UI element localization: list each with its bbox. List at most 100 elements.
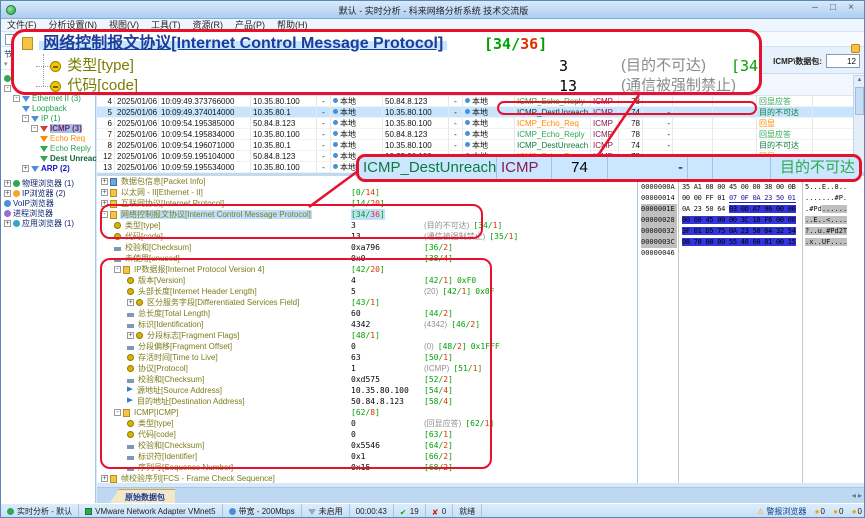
restore-button[interactable]: □ [824, 2, 842, 13]
expander-icon[interactable]: + [22, 165, 29, 173]
sidebar-tree-item[interactable]: - Ethernet II (3) [1, 94, 95, 104]
sidebar-tree-item[interactable]: - ICMP (3) [1, 124, 95, 134]
tab-scroll-arrows[interactable]: ◂ ▸ [852, 491, 862, 500]
packet-row[interactable]: 5 2025/01/06 10:09:49.374014000 10.35.80… [97, 107, 853, 118]
popup-field-label[interactable]: 类型[type] [67, 57, 134, 74]
scrollbar-thumb[interactable] [855, 87, 864, 115]
decode-tree-row[interactable]: 头部长度[Internet Header Length] 5 [/] (20)[… [97, 286, 637, 297]
close-button[interactable]: × [842, 2, 860, 13]
expander-icon[interactable]: + [101, 475, 108, 483]
expander-icon[interactable]: - [31, 125, 38, 133]
sidebar-item-label: IP (1) [41, 114, 61, 123]
view-tab-strip: 原始数据包 ◂ ▸ [97, 487, 864, 504]
decode-tree-row[interactable]: 总长度[Total Length] 60 [/] [44/2] [97, 308, 637, 319]
decode-tree-row[interactable]: + 区分服务字段[Differentiated Services Field] [… [97, 297, 637, 308]
decode-tree-row[interactable]: - IP数据报[Internet Protocol Version 4] [42/… [97, 264, 637, 275]
field-icon [127, 431, 134, 439]
tab-raw-packets[interactable]: 原始数据包 [109, 489, 175, 504]
field-label: 校验和[Checksum] [138, 375, 205, 384]
expander-icon[interactable]: - [22, 115, 29, 123]
sidebar-tree-item[interactable]: Echo Req [1, 134, 95, 144]
hex-offset: 0000001E [641, 204, 677, 215]
decode-tree-row[interactable]: 校验和[Checksum] 0x5546 [/] [64/2] [97, 440, 637, 451]
field-note: (0) [424, 342, 434, 351]
decode-tree-row[interactable]: 分段偏移[Fragment Offset] 0 [/] (0)[48/2]0x1… [97, 341, 637, 352]
expander-icon[interactable]: + [127, 332, 134, 340]
decode-tree-row[interactable]: 未使用[unused] 0x0 [/] [38/4] [97, 253, 637, 264]
decode-tree-row[interactable]: +分段标志[Fragment Flags] [48/1] [/] [97, 330, 637, 341]
decode-tree-row[interactable]: 存活时间[Time to Live] 63 [/] [50/1] [97, 352, 637, 363]
packet-time: 10:09:49.374014000 [159, 107, 251, 118]
popup-protocol-title[interactable]: 网络控制报文协议[Internet Control Message Protoc… [43, 35, 443, 52]
sidebar-tree-item[interactable]: Echo Reply [1, 144, 95, 154]
field-icon [127, 378, 134, 383]
sidebar-tree-item[interactable]: VoIP浏览器 [1, 199, 95, 209]
popup-field-label[interactable]: 代码[code] [67, 77, 138, 92]
filter-count-input[interactable] [826, 54, 860, 68]
expander-icon[interactable]: + [4, 180, 11, 188]
destination-location: 本地 [463, 96, 515, 107]
decode-tree-row[interactable]: 源地址[Source Address] 10.35.80.100 [/] [54… [97, 385, 637, 396]
sidebar-tree-item[interactable]: Dest Unreach [1, 154, 102, 164]
pin-icon[interactable] [851, 44, 860, 53]
decode-tree-row[interactable]: 协议[Protocol] 1 [/] (ICMP)[51/1] [97, 363, 637, 374]
sidebar-tree-item[interactable]: Loopback [1, 104, 95, 114]
decode-tree-row[interactable]: 代码[code] 13 [/] (通信被强制禁止)[35/1] [97, 231, 637, 242]
expander-icon[interactable]: - [13, 95, 20, 103]
decode-tree-row[interactable]: -ICMP[ICMP] [62/8] [/] [97, 407, 637, 418]
expander-icon[interactable]: + [4, 190, 11, 198]
sidebar-tree-item[interactable]: - IP (1) [1, 114, 95, 124]
decode-tree-row[interactable]: 代码[code] 0 [/] [63/1] [97, 429, 637, 440]
alarm-browser-link[interactable]: 警报浏览器 [757, 507, 806, 516]
location-icon [333, 131, 338, 136]
hex-row[interactable]: 00000046 [638, 248, 864, 259]
packet-row[interactable]: 7 2025/01/06 10:09:54.195834000 10.35.80… [97, 129, 853, 140]
location-icon [333, 142, 338, 147]
sidebar-tree-item[interactable]: + IP浏览器 (2) [1, 189, 95, 199]
node-filter-icon [13, 180, 20, 188]
decode-tree-row[interactable]: 标识符[Identifier] 0x1 [/] [66/2] [97, 451, 637, 462]
sidebar-tree-item[interactable]: + 物理浏览器 (1) [1, 179, 95, 189]
hex-bytes: 00 00 45 00 00 3C 10 F6 00 00 [682, 216, 796, 224]
decode-tree-row[interactable]: 版本[Version] 4 [/] [42/1]0xF0 [97, 275, 637, 286]
hex-row[interactable]: 0000000A 35 A1 08 00 45 00 00 38 00 0B 5… [638, 182, 864, 193]
packet-row[interactable]: 6 2025/01/06 10:09:54.195385000 50.84.8.… [97, 118, 853, 129]
expander-icon[interactable]: + [101, 178, 108, 186]
packet-row[interactable]: 8 2025/01/06 10:09:54.196071000 10.35.80… [97, 140, 853, 151]
expander-icon[interactable]: + [101, 200, 108, 208]
packet-row[interactable]: 4 2025/01/06 10:09:49.373766000 10.35.80… [97, 96, 853, 107]
hex-row[interactable]: 0000003C 08 78 00 00 55 46 00 01 00 15 .… [638, 237, 864, 248]
decode-tree-row[interactable]: +以太网 - II[Ethernet - II] [0/14] [/] [97, 187, 637, 198]
expander-icon[interactable]: - [4, 85, 11, 93]
decode-tree-row[interactable]: 目的地址[Destination Address] 50.84.8.123 [/… [97, 396, 637, 407]
field-icon [110, 474, 117, 483]
expander-icon[interactable]: - [114, 409, 121, 417]
decode-tree-row[interactable]: - 网络控制报文协议[Internet Control Message Proto… [97, 209, 637, 220]
expander-icon[interactable]: + [4, 220, 11, 228]
decode-tree-row[interactable]: 校验和[Checksum] 0xd575 [/] [52/2] [97, 374, 637, 385]
sidebar-tree-item[interactable]: + ARP (2) [1, 164, 95, 174]
expander-icon[interactable]: + [101, 189, 108, 197]
location-icon [465, 120, 470, 125]
sidebar-tree-item[interactable]: 进程浏览器 [1, 209, 95, 219]
hex-row[interactable]: 00000014 00 00 FF 01 07 0F 0A 23 50 01 .… [638, 193, 864, 204]
expander-icon[interactable]: - [101, 211, 108, 219]
field-value: 0 [351, 419, 356, 428]
decode-tree-row[interactable]: 标识[Identification] 4342 [/] (4342)[46/2] [97, 319, 637, 330]
decode-tree-row[interactable]: +互联网协议[Internet Protocol] [14/20] [/] [97, 198, 637, 209]
decode-tree-row[interactable]: +帧校验序列[FCS - Frame Check Sequence] [/] [… [97, 473, 637, 483]
decode-tree-row[interactable]: 校验和[Checksum] 0xa796 [/] [36/2] [97, 242, 637, 253]
field-label: 类型[type] [138, 419, 174, 428]
hex-row[interactable]: 0000001E 0A 23 50 64 03 0D A7 96 00 00 .… [638, 204, 864, 215]
minimize-button[interactable]: – [806, 2, 824, 13]
decode-tree-row[interactable]: 类型[type] 0 [/] (回显应答)[62/1] [97, 418, 637, 429]
sidebar-tree-item[interactable]: + 应用浏览器 (1) [1, 219, 95, 229]
decode-tree-row[interactable]: 类型[type] 3 [/] (目的不可达)[34/1] [97, 220, 637, 231]
field-offset: [63/1] [424, 430, 453, 439]
decode-tree-row[interactable]: 序列号[Sequence Number] 0x15 [/] [68/2] [97, 462, 637, 473]
scroll-up-icon[interactable]: ▲ [854, 76, 864, 85]
expander-icon[interactable]: + [127, 299, 134, 307]
hex-row[interactable]: 00000032 3F 01 D5 75 0A 23 50 64 32 54 ?… [638, 226, 864, 237]
expander-icon[interactable]: - [114, 266, 121, 274]
hex-row[interactable]: 00000028 00 00 45 00 00 3C 10 F6 00 00 .… [638, 215, 864, 226]
